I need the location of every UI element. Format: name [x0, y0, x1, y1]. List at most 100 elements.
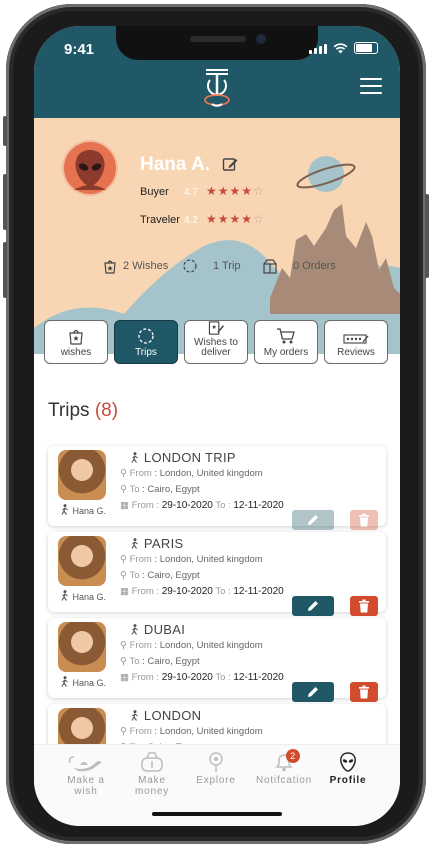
delete-trip-button[interactable] [350, 682, 378, 702]
walker-icon [60, 676, 70, 688]
trip-dates-from-label: From [131, 672, 154, 683]
trip-from-label: From [129, 726, 152, 737]
trip-cycle-icon [138, 328, 154, 344]
wish-bag-icon [69, 329, 83, 345]
trip-date-to: 12-11-2020 [233, 500, 284, 511]
trip-to-label: To [129, 484, 140, 495]
mute-switch [3, 116, 7, 146]
edit-trip-button[interactable] [292, 596, 334, 616]
profile-name: Hana A. [140, 154, 211, 175]
trip-card[interactable]: Hana G. DUBAI ⚲ From : London, United kin… [48, 618, 386, 702]
trip-title-text: LONDON TRIP [143, 450, 236, 465]
trip-from-value: : London, United kingdom [154, 640, 263, 651]
pencil-icon [308, 601, 318, 611]
trips-stat-label: 1 Trip [213, 260, 241, 272]
explore-pin-icon [209, 752, 223, 772]
tab-my-orders[interactable]: My orders [254, 320, 318, 364]
deliver-list-icon [208, 321, 225, 335]
tab-wishes-to-deliver[interactable]: Wishes to deliver [184, 320, 248, 364]
pencil-icon [308, 687, 318, 697]
nav-make-money[interactable]: Make money [122, 751, 182, 797]
magic-lamp-icon [68, 756, 102, 772]
status-time: 9:41 [64, 41, 95, 58]
section-title-text: Trips [48, 400, 90, 421]
delete-trip-button[interactable] [350, 510, 378, 530]
tab-trips[interactable]: Trips [114, 320, 178, 364]
trip-title-text: PARIS [143, 536, 184, 551]
nav-notification[interactable]: 2 Notifcation [252, 749, 316, 786]
nav-explore[interactable]: Explore [186, 751, 246, 786]
trip-owner-name: Hana G. [72, 678, 107, 688]
app-screen: 9:41 Hana A. Buyer 4.7 ★★★★☆ Traveler 4.… [34, 26, 400, 826]
traveler-photo [58, 536, 106, 586]
app-header: 9:41 [34, 26, 400, 118]
nav-profile-label: Profile [329, 775, 367, 786]
notification-badge: 2 [286, 749, 300, 763]
trip-cycle-icon [183, 259, 197, 273]
volume-down-button [3, 242, 7, 298]
alien-profile-icon [340, 752, 356, 772]
cellular-signal-icon [309, 44, 327, 54]
trip-owner-name: Hana G. [72, 506, 107, 516]
trip-date-from: 29-10-2020 [161, 500, 213, 511]
trip-dates-to-label: To [215, 586, 226, 597]
tab-my-orders-label: My orders [263, 347, 309, 358]
wishes-stat[interactable]: 2 Wishes [102, 258, 168, 274]
wifi-icon [333, 43, 348, 54]
buyer-rating: 4.7 [184, 187, 198, 198]
trip-from-value: : London, United kingdom [154, 554, 263, 565]
trip-owner: Hana G. [60, 504, 106, 516]
hamburger-menu-icon[interactable] [360, 78, 382, 96]
delete-trip-button[interactable] [350, 596, 378, 616]
edit-profile-icon[interactable] [222, 156, 238, 172]
nav-make-wish-label: Make a wish [67, 775, 105, 797]
power-button [425, 194, 429, 278]
pin-icon: ⚲ [120, 484, 127, 495]
trip-to-label: To [129, 570, 140, 581]
trip-card[interactable]: Hana G. PARIS ⚲ From : London, United kin… [48, 532, 386, 616]
speaker [190, 36, 246, 42]
trip-to-value: : Cairo, Egypt [142, 656, 200, 667]
trip-to-label: To [129, 656, 140, 667]
traveler-photo [58, 450, 106, 500]
tab-wishes[interactable]: wishes [44, 320, 108, 364]
rating-dots-icon [343, 334, 369, 344]
trip-from: ⚲ From : London, United kingdom [120, 726, 263, 737]
trip-dates: ▦ From : 29-10-2020 To : 12-11-2020 [120, 586, 284, 597]
trip-to-value: : Cairo, Egypt [142, 484, 200, 495]
trip-from-label: From [129, 554, 152, 565]
trip-title-text: LONDON [143, 708, 202, 723]
trip-owner-name: Hana G. [72, 592, 107, 602]
trip-from-value: : London, United kingdom [154, 468, 263, 479]
trash-icon [359, 599, 369, 613]
shopping-cart-icon [277, 328, 295, 344]
calendar-icon: ▦ [120, 500, 129, 511]
nav-make-money-label: Make money [134, 775, 169, 797]
orders-box-icon [263, 259, 277, 274]
tab-wishes-to-deliver-label: Wishes to deliver [194, 337, 238, 358]
trip-from: ⚲ From : London, United kingdom [120, 468, 263, 479]
edit-trip-button[interactable] [292, 510, 334, 530]
nav-profile[interactable]: Profile [318, 751, 378, 786]
calendar-icon: ▦ [120, 672, 129, 683]
trip-to: ⚲ To : Cairo, Egypt [120, 656, 200, 667]
tab-wishes-label: wishes [60, 347, 92, 358]
pin-icon: ⚲ [120, 656, 127, 667]
trip-to: ⚲ To : Cairo, Egypt [120, 570, 200, 581]
trip-from-value: : London, United kingdom [154, 726, 263, 737]
trip-card[interactable]: Hana G. LONDON TRIP ⚲ From : London, Unit… [48, 446, 386, 530]
calendar-icon: ▦ [120, 586, 129, 597]
orders-stat[interactable]: 0 Orders [262, 258, 336, 274]
tab-reviews-label: Reviews [337, 347, 375, 358]
nav-make-wish[interactable]: Make a wish [56, 751, 116, 797]
buyer-stars: ★★★★☆ [206, 184, 265, 198]
edit-trip-button[interactable] [292, 682, 334, 702]
trash-icon [359, 513, 369, 527]
trip-title: LONDON TRIP [130, 450, 236, 465]
trips-stat[interactable]: 1 Trip [182, 258, 241, 274]
trip-title: DUBAI [130, 622, 185, 637]
trip-dates-from-label: From [131, 500, 154, 511]
profile-avatar[interactable] [64, 142, 116, 194]
tab-reviews[interactable]: Reviews [324, 320, 388, 364]
trip-dates: ▦ From : 29-10-2020 To : 12-11-2020 [120, 500, 284, 511]
